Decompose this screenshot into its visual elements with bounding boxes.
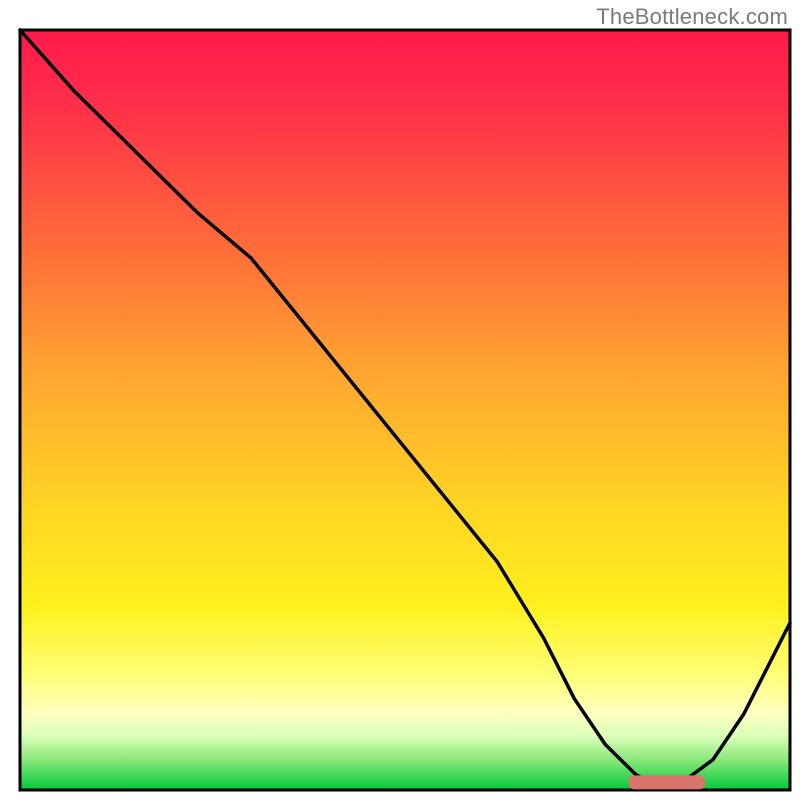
gradient-background — [20, 30, 790, 790]
optimal-range-marker — [628, 775, 705, 789]
bottleneck-chart — [0, 0, 800, 800]
plot-area — [20, 30, 790, 790]
watermark-text: TheBottleneck.com — [596, 4, 788, 30]
